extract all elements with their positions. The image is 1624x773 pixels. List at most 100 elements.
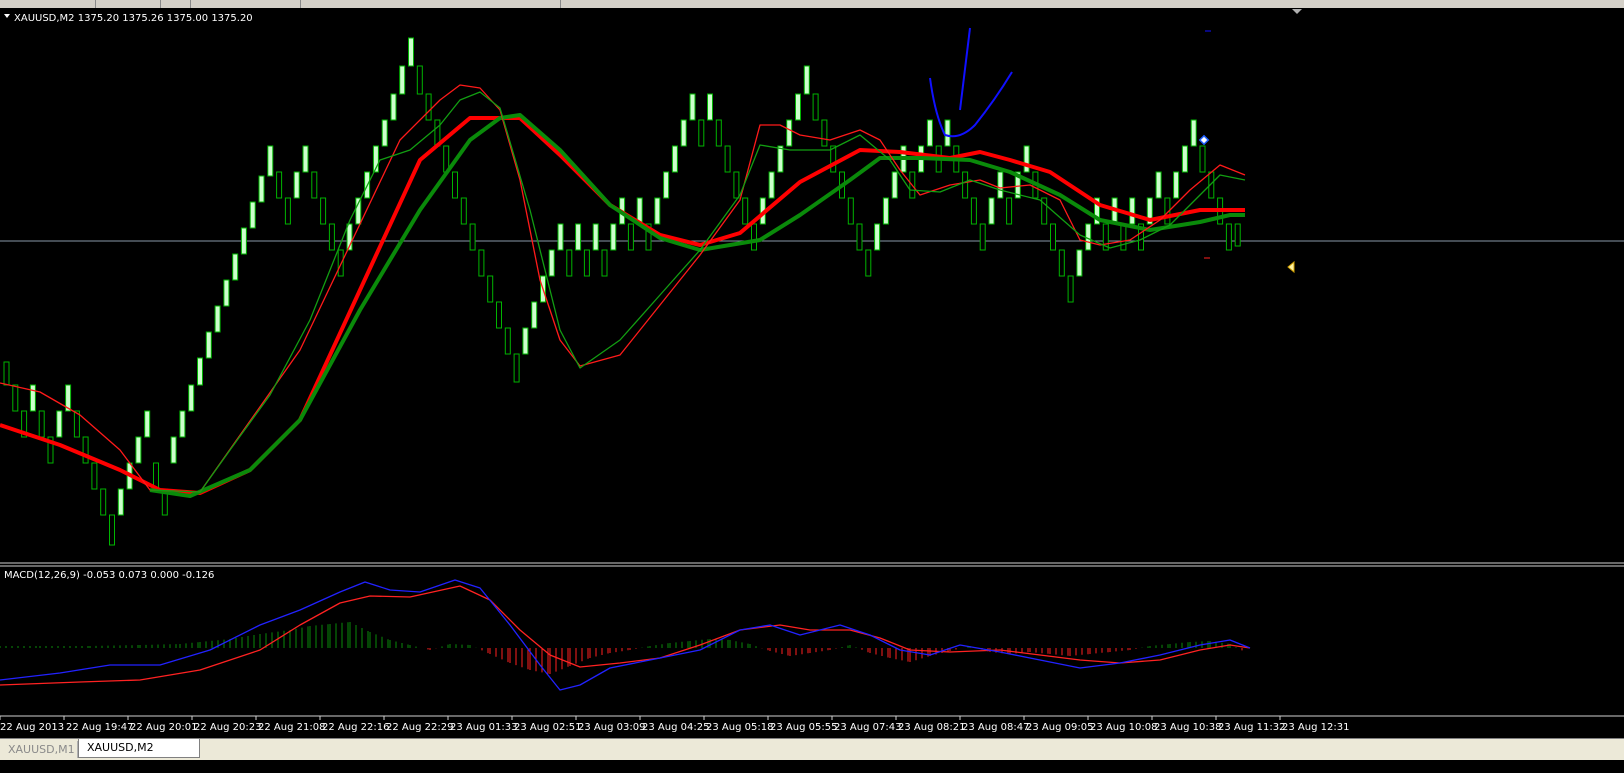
renko-brick (337, 249, 344, 277)
renko-brick (487, 275, 494, 303)
renko-brick (944, 119, 951, 147)
renko-brick (1155, 171, 1162, 199)
time-tick-label: 22 Aug 19:47 (66, 722, 133, 733)
renko-brick (100, 488, 107, 516)
renko-brick (522, 327, 529, 355)
time-tick-label: 23 Aug 11:32 (1218, 722, 1285, 733)
renko-brick (997, 171, 1004, 199)
renko-brick (91, 462, 98, 490)
renko-brick (1199, 145, 1206, 173)
renko-brick (1190, 119, 1197, 147)
time-tick-label: 22 Aug 22:16 (322, 722, 389, 733)
renko-brick (531, 301, 538, 329)
renko-brick (698, 119, 705, 147)
time-tick-label: 23 Aug 08:21 (898, 722, 965, 733)
renko-brick (856, 223, 863, 251)
renko-brick (12, 384, 19, 412)
tab-xauusd-m2-offline[interactable]: XAUUSD,M2 (offline) (78, 739, 200, 771)
renko-brick (232, 253, 239, 281)
renko-brick (654, 197, 661, 225)
renko-brick (751, 223, 757, 251)
renko-brick (601, 249, 608, 277)
time-tick-label: 23 Aug 03:09 (578, 722, 645, 733)
renko-brick (566, 249, 573, 277)
renko-brick (117, 488, 124, 516)
renko-brick (777, 145, 784, 173)
renko-brick (3, 361, 10, 386)
renko-brick (1058, 249, 1065, 277)
renko-brick (267, 145, 274, 177)
renko-brick (874, 223, 881, 251)
renko-brick (478, 249, 485, 277)
renko-brick (715, 119, 722, 147)
renko-brick (803, 65, 810, 95)
renko-brick (610, 223, 617, 251)
renko-brick (170, 436, 177, 464)
renko-brick (707, 93, 713, 121)
renko-brick (293, 171, 300, 199)
renko-brick (29, 384, 36, 412)
symbol-header: XAUUSD,M2 1375.20 1375.26 1375.00 1375.2… (14, 13, 253, 24)
renko-brick (847, 197, 854, 225)
chart-area[interactable]: XAUUSD,M2 1375.20 1375.26 1375.00 1375.2… (0, 8, 1624, 738)
renko-brick (768, 171, 775, 199)
renko-brick (311, 171, 318, 199)
toolbar-strip (0, 0, 1624, 8)
renko-brick (1234, 223, 1241, 247)
renko-brick (249, 201, 256, 229)
renko-brick (38, 410, 45, 438)
renko-brick (504, 327, 511, 355)
renko-brick (56, 410, 63, 438)
renko-brick (557, 223, 564, 251)
renko-brick (1023, 145, 1030, 173)
renko-brick (214, 305, 221, 333)
renko-brick (548, 249, 555, 277)
renko-brick (240, 227, 247, 255)
renko-brick (1173, 171, 1180, 199)
time-tick-label: 23 Aug 10:38 (1154, 722, 1221, 733)
renko-brick (663, 171, 670, 199)
renko-brick (1050, 223, 1056, 251)
tab-label: XAUUSD,M1 (8, 743, 75, 756)
time-tick-label: 22 Aug 22:29 (386, 722, 453, 733)
renko-brick (583, 249, 590, 277)
time-tick-label: 23 Aug 10:08 (1090, 722, 1157, 733)
renko-brick (399, 65, 406, 95)
time-tick-label: 23 Aug 05:18 (706, 722, 773, 733)
renko-brick (425, 93, 432, 121)
renko-brick (469, 223, 476, 251)
renko-brick (82, 436, 89, 464)
renko-brick (328, 223, 335, 251)
time-tick-label: 23 Aug 09:05 (1026, 722, 1093, 733)
renko-brick (1129, 197, 1136, 225)
renko-brick (575, 223, 582, 251)
renko-brick (496, 301, 502, 329)
renko-brick (513, 353, 520, 383)
renko-brick (926, 119, 933, 147)
renko-brick (284, 197, 291, 225)
renko-brick (355, 197, 362, 225)
macd-header: MACD(12,26,9) -0.053 0.073 0.000 -0.126 (4, 570, 214, 581)
renko-brick (1006, 197, 1013, 225)
time-tick-label: 22 Aug 21:08 (258, 722, 325, 733)
renko-brick (144, 410, 151, 438)
renko-brick (416, 65, 423, 95)
renko-brick (1067, 275, 1074, 303)
renko-brick (197, 357, 203, 386)
renko-brick (258, 175, 265, 203)
time-tick-label: 23 Aug 07:43 (834, 722, 901, 733)
renko-brick (821, 119, 828, 147)
renko-brick (882, 197, 889, 225)
renko-brick (109, 514, 115, 546)
renko-brick (962, 171, 969, 199)
renko-brick (188, 384, 195, 412)
renko-brick (671, 145, 678, 173)
renko-brick (460, 197, 467, 225)
renko-brick (390, 93, 397, 121)
tab-xauusd-m1[interactable]: XAUUSD,M1 (0, 741, 78, 758)
renko-brick (302, 145, 309, 173)
renko-brick (979, 223, 986, 251)
renko-brick (865, 249, 872, 277)
renko-brick (320, 197, 327, 225)
renko-brick (276, 171, 283, 199)
